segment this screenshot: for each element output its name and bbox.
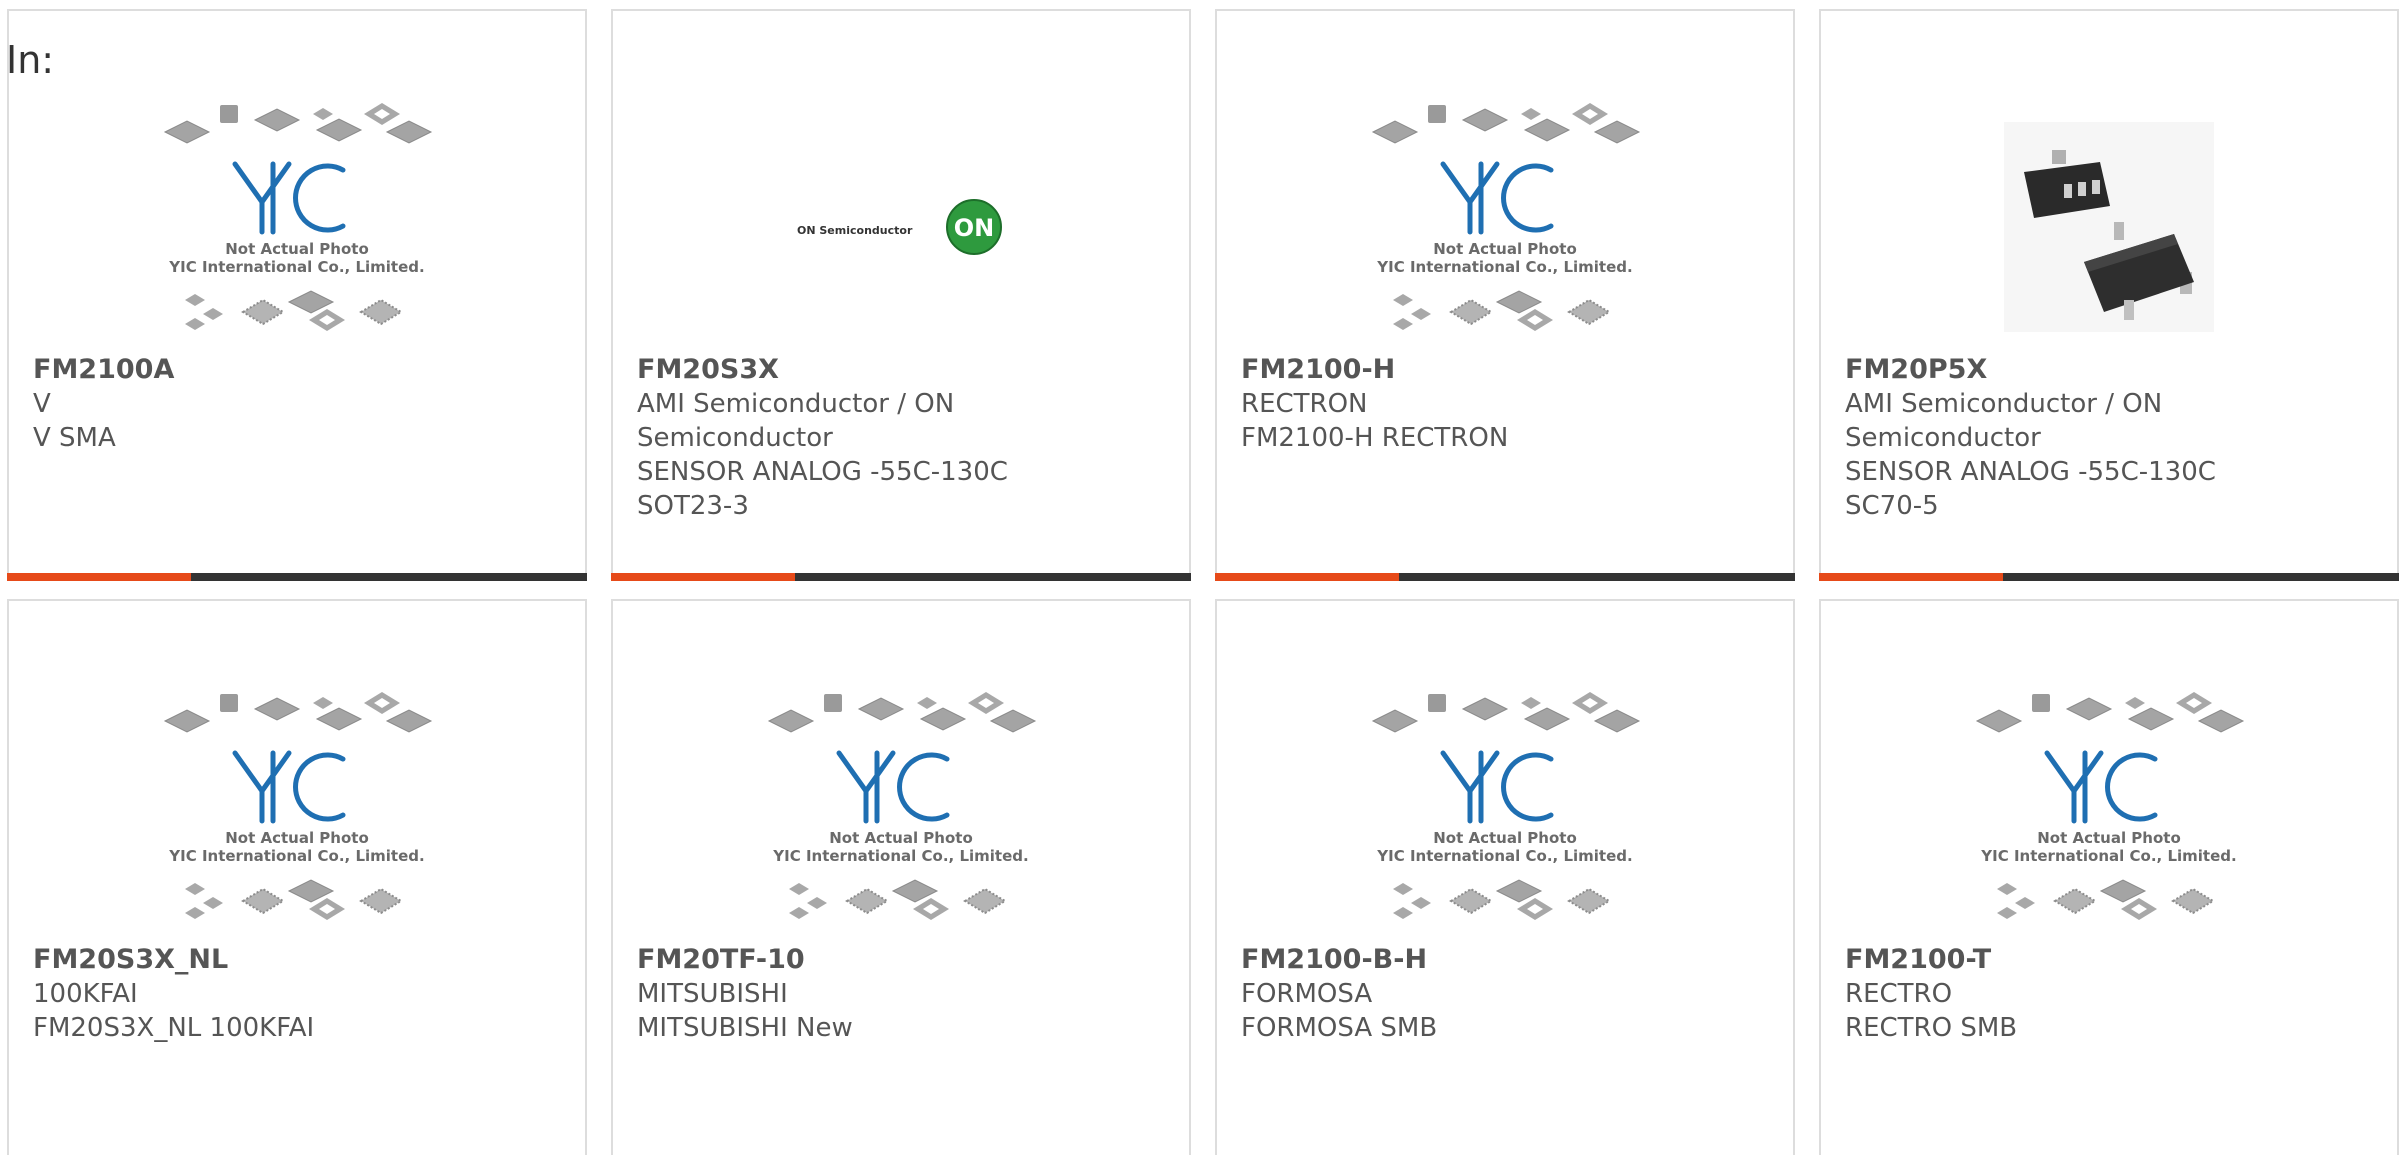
placeholder-caption-1: Not Actual Photo — [1433, 829, 1577, 847]
product-line: SC70-5 — [1845, 491, 1939, 521]
yic-logo-icon — [836, 750, 950, 824]
product-line: AMI Semiconductor / ON — [637, 389, 955, 419]
product-line: FORMOSA SMB — [1241, 1013, 1438, 1043]
product-photo: ON Semiconductor ON — [613, 97, 1189, 357]
placeholder-caption-1: Not Actual Photo — [2037, 829, 2181, 847]
product-line: AMI Semiconductor / ON — [1845, 389, 2163, 419]
on-badge-text: ON — [954, 214, 995, 242]
placeholder-caption-2: YIC International Co., Limited. — [168, 847, 424, 865]
product-info: FM2100-H RECTRON FM2100-H RECTRON — [1241, 353, 1771, 455]
yic-placeholder-image: Not Actual Photo YIC International Co., … — [768, 692, 1036, 920]
product-info: FM20S3X AMI Semiconductor / ON Semicondu… — [637, 353, 1167, 523]
product-photo — [1821, 97, 2397, 357]
product-name[interactable]: FM2100-H — [1241, 353, 1771, 387]
product-name[interactable]: FM20S3X_NL — [33, 943, 563, 977]
product-info: FM2100A V V SMA — [33, 353, 563, 455]
product-line: RECTRON — [1241, 389, 1368, 419]
product-info: FM2100-B-H FORMOSA FORMOSA SMB — [1241, 943, 1771, 1045]
product-line: V SMA — [33, 423, 116, 453]
product-name[interactable]: FM20TF-10 — [637, 943, 1167, 977]
product-photo: Not Actual Photo YIC International Co., … — [9, 686, 585, 946]
product-line: FM20S3X_NL 100KFAI — [33, 1013, 315, 1043]
page: In: Not Actual Photo YIC International C… — [0, 0, 2400, 1155]
yic-placeholder-image: Not Actual Photo YIC International Co., … — [164, 692, 432, 920]
placeholder-caption-1: Not Actual Photo — [829, 829, 973, 847]
product-card[interactable]: Not Actual Photo YIC International Co., … — [7, 599, 587, 1155]
in-label: In: — [6, 38, 55, 82]
product-line: FM2100-H RECTRON — [1241, 423, 1509, 453]
yic-logo-icon — [232, 750, 346, 824]
product-card[interactable]: Not Actual Photo YIC International Co., … — [1215, 9, 1795, 581]
placeholder-caption-1: Not Actual Photo — [225, 240, 369, 258]
on-logo-text: ON Semiconductor — [797, 224, 913, 237]
product-card[interactable]: Not Actual Photo YIC International Co., … — [7, 9, 587, 581]
product-line: SOT23-3 — [637, 491, 749, 521]
product-info: FM20TF-10 MITSUBISHI MITSUBISHI New — [637, 943, 1167, 1045]
yic-placeholder-image: Not Actual Photo YIC International Co., … — [164, 103, 432, 331]
product-name[interactable]: FM2100-B-H — [1241, 943, 1771, 977]
product-photo: Not Actual Photo YIC International Co., … — [1217, 97, 1793, 357]
yic-logo-icon — [232, 161, 346, 235]
product-line: Semiconductor — [1845, 423, 2041, 453]
product-photo: Not Actual Photo YIC International Co., … — [613, 686, 1189, 946]
product-card[interactable]: Not Actual Photo YIC International Co., … — [1819, 599, 2399, 1155]
product-card[interactable]: FM20P5X AMI Semiconductor / ON Semicondu… — [1819, 9, 2399, 581]
product-name[interactable]: FM2100A — [33, 353, 563, 387]
chip-icons-top — [164, 103, 432, 144]
product-line: SENSOR ANALOG -55C-130C — [1845, 457, 2216, 487]
placeholder-caption-2: YIC International Co., Limited. — [168, 258, 424, 276]
card-accent-bar — [7, 573, 587, 581]
placeholder-caption-1: Not Actual Photo — [225, 829, 369, 847]
on-semiconductor-logo-icon: ON Semiconductor ON — [797, 199, 1002, 255]
placeholder-caption-1: Not Actual Photo — [1433, 240, 1577, 258]
product-info: FM20S3X_NL 100KFAI FM20S3X_NL 100KFAI — [33, 943, 563, 1045]
card-accent-bar — [611, 573, 1191, 581]
product-info: FM20P5X AMI Semiconductor / ON Semicondu… — [1845, 353, 2375, 523]
product-line: MITSUBISHI New — [637, 1013, 853, 1043]
placeholder-caption-2: YIC International Co., Limited. — [1376, 258, 1632, 276]
product-card[interactable]: ON Semiconductor ON FM20S3X AMI Semicond… — [611, 9, 1191, 581]
yic-placeholder-image: Not Actual Photo YIC International Co., … — [1372, 103, 1640, 331]
product-name[interactable]: FM20P5X — [1845, 353, 2375, 387]
product-line: Semiconductor — [637, 423, 833, 453]
product-name[interactable]: FM20S3X — [637, 353, 1167, 387]
product-info: FM2100-T RECTRO RECTRO SMB — [1845, 943, 2375, 1045]
product-line: 100KFAI — [33, 979, 138, 1009]
product-line: RECTRO SMB — [1845, 1013, 2018, 1043]
product-photo: Not Actual Photo YIC International Co., … — [9, 97, 585, 357]
yic-logo-icon — [1440, 750, 1554, 824]
card-accent-bar — [1215, 573, 1795, 581]
product-line: V — [33, 389, 51, 419]
product-photo: Not Actual Photo YIC International Co., … — [1821, 686, 2397, 946]
product-line: MITSUBISHI — [637, 979, 788, 1009]
card-accent-bar — [1819, 573, 2399, 581]
placeholder-caption-2: YIC International Co., Limited. — [1980, 847, 2236, 865]
yic-logo-icon — [2044, 750, 2158, 824]
placeholder-caption-2: YIC International Co., Limited. — [772, 847, 1028, 865]
product-card[interactable]: Not Actual Photo YIC International Co., … — [611, 599, 1191, 1155]
chip-icons-bottom — [185, 290, 402, 331]
yic-placeholder-image: Not Actual Photo YIC International Co., … — [1372, 692, 1640, 920]
yic-placeholder-image: Not Actual Photo YIC International Co., … — [1976, 692, 2244, 920]
sc70-chip-photo-icon — [2004, 122, 2214, 332]
product-line: SENSOR ANALOG -55C-130C — [637, 457, 1008, 487]
product-line: RECTRO — [1845, 979, 1953, 1009]
product-name[interactable]: FM2100-T — [1845, 943, 2375, 977]
product-line: FORMOSA — [1241, 979, 1373, 1009]
product-card[interactable]: Not Actual Photo YIC International Co., … — [1215, 599, 1795, 1155]
yic-logo-icon — [1440, 161, 1554, 235]
product-photo: Not Actual Photo YIC International Co., … — [1217, 686, 1793, 946]
placeholder-caption-2: YIC International Co., Limited. — [1376, 847, 1632, 865]
